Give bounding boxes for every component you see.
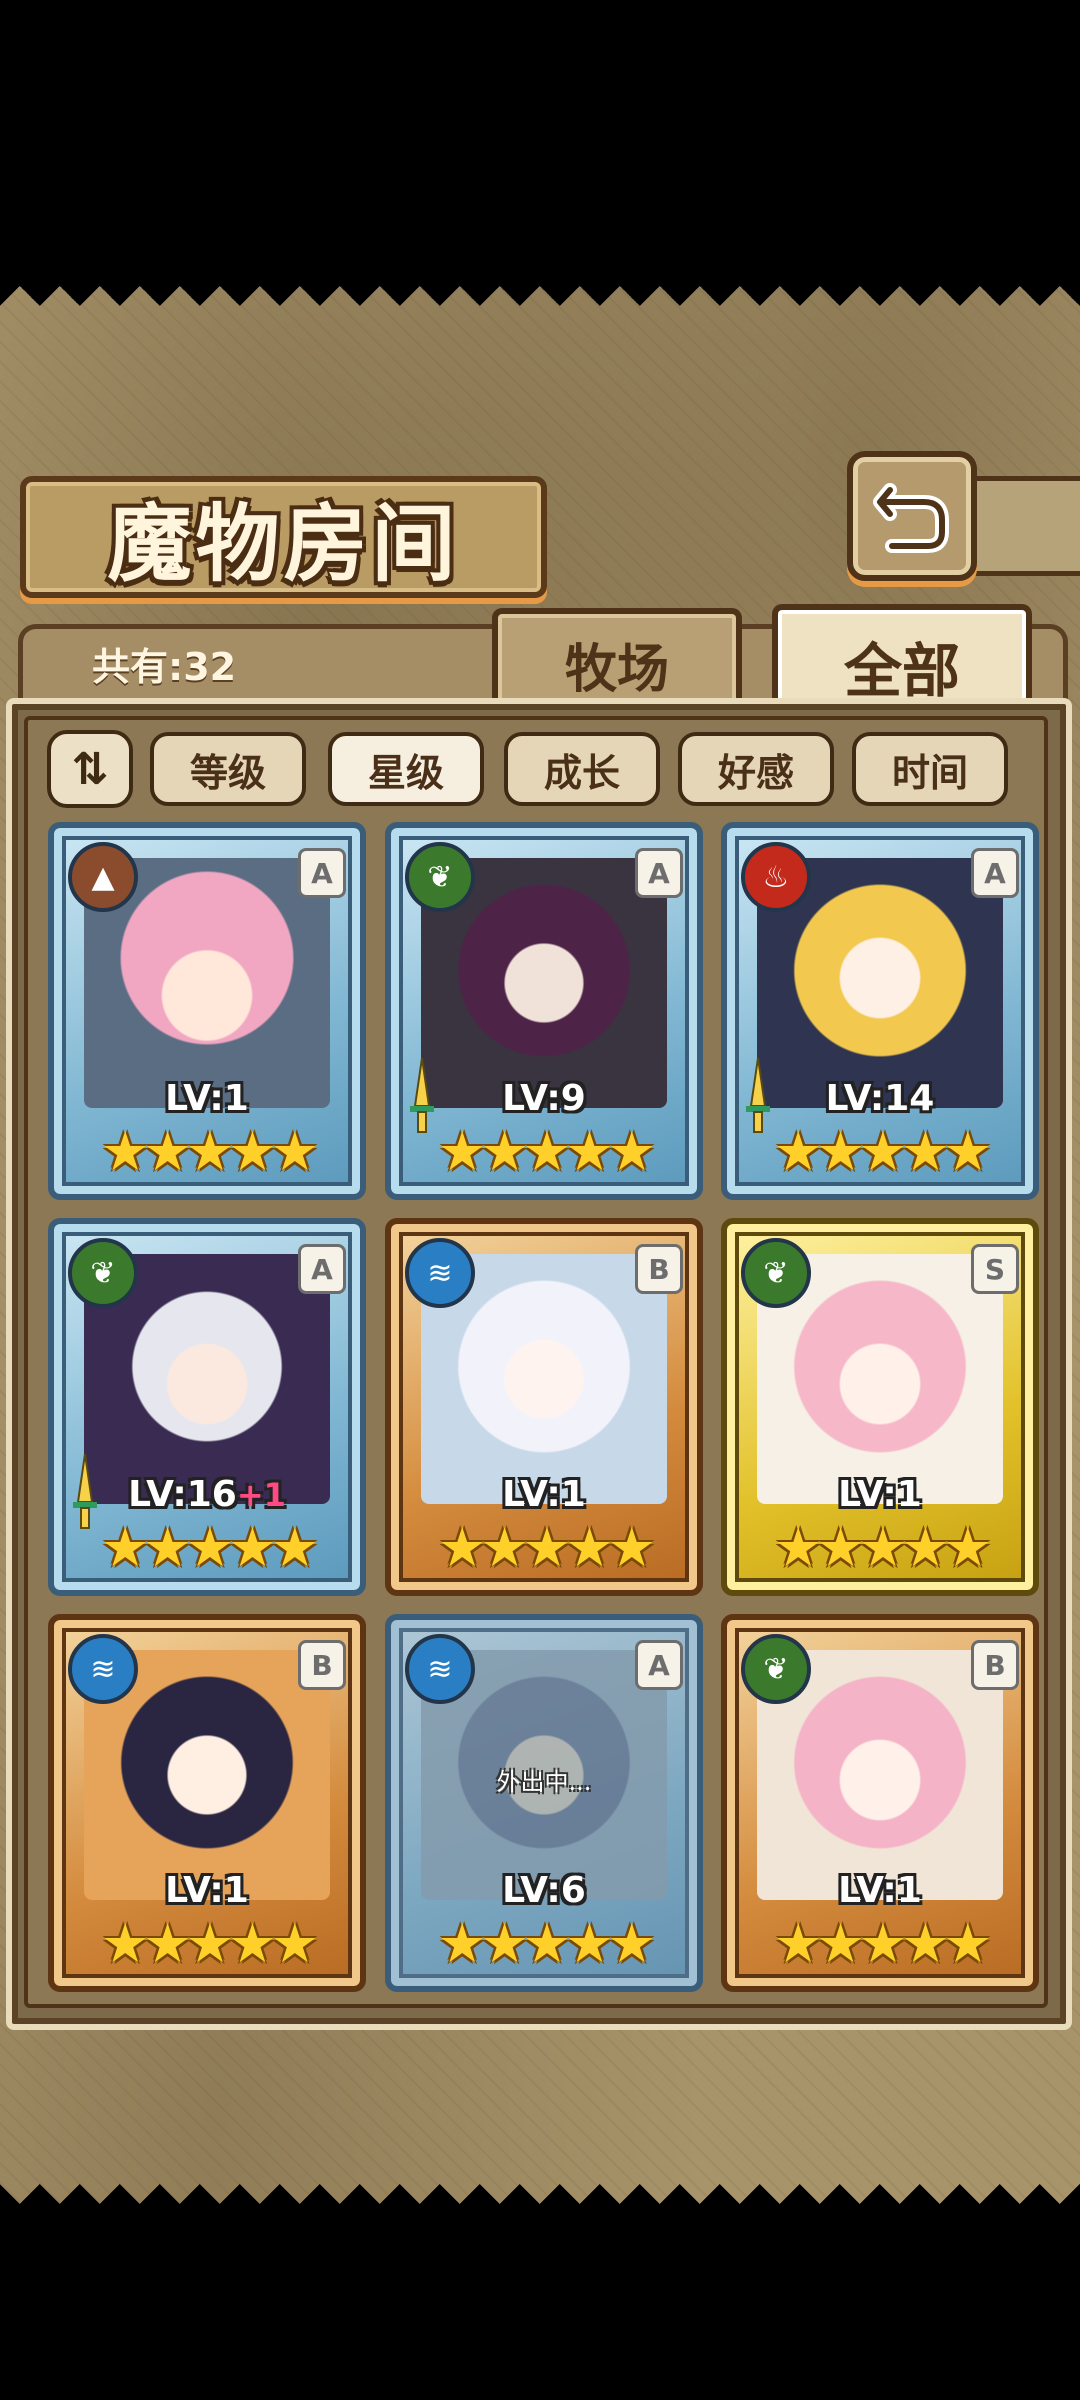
monster-card[interactable]: ❦ B LV:1 ★★★★★ [721, 1614, 1039, 1992]
monster-room-panel: 魔物房间 共有:32 牧场 全部 ⇅ 等级 星级 成长 好感 时间 ▲ A LV… [0, 286, 1080, 2204]
level-value: LV:16 [128, 1474, 237, 1515]
star-rating: ★★★★★ [437, 1516, 656, 1579]
page-title: 魔物房间 [107, 493, 460, 593]
wood-element-icon: ❦ [405, 842, 475, 912]
sort-growth-button[interactable]: 成长 [504, 732, 660, 806]
sort-star-button[interactable]: 星级 [328, 732, 484, 806]
rank-badge: A [635, 848, 683, 898]
star-rating: ★★★★★ [773, 1120, 992, 1183]
level-label: LV:9 [502, 1078, 586, 1119]
level-label: LV:16+1 [54, 1474, 360, 1515]
level-bonus: +1 [236, 1476, 286, 1514]
sort-level-button[interactable]: 等级 [150, 732, 306, 806]
back-button[interactable] [847, 451, 977, 581]
monster-card[interactable]: ≋ B LV:1 ★★★★★ [48, 1614, 366, 1992]
level-label: LV:1 [502, 1474, 586, 1515]
sort-affection-button[interactable]: 好感 [678, 732, 834, 806]
water-element-icon: ≋ [405, 1238, 475, 1308]
monster-card[interactable]: ❦ A LV:9 ★★★★★ [385, 822, 703, 1200]
wood-element-icon: ❦ [741, 1634, 811, 1704]
monster-count: 共有:32 [92, 645, 237, 689]
earth-element-icon: ▲ [68, 842, 138, 912]
sort-time-button[interactable]: 时间 [852, 732, 1008, 806]
title-plaque: 魔物房间 [20, 476, 547, 598]
star-rating: ★★★★★ [773, 1912, 992, 1975]
star-rating: ★★★★★ [437, 1912, 656, 1975]
rank-badge: A [635, 1640, 683, 1690]
monster-card[interactable]: ≋ A 外出中... LV:6 ★★★★★ [385, 1614, 703, 1992]
wood-element-icon: ❦ [68, 1238, 138, 1308]
zigzag-top-border [0, 286, 1080, 326]
water-element-icon: ≋ [68, 1634, 138, 1704]
return-arrow-icon [873, 483, 949, 553]
rank-badge: A [298, 848, 346, 898]
water-element-icon: ≋ [405, 1634, 475, 1704]
zigzag-bottom-border [0, 2164, 1080, 2204]
rank-badge: A [298, 1244, 346, 1294]
fire-element-icon: ♨ [741, 842, 811, 912]
monster-card[interactable]: ❦ A LV:16+1 ★★★★★ [48, 1218, 366, 1596]
rank-badge: B [635, 1244, 683, 1294]
star-rating: ★★★★★ [437, 1120, 656, 1183]
rank-badge: A [971, 848, 1019, 898]
rank-badge: B [298, 1640, 346, 1690]
star-rating: ★★★★★ [773, 1516, 992, 1579]
rank-badge: B [971, 1640, 1019, 1690]
wood-element-icon: ❦ [741, 1238, 811, 1308]
star-rating: ★★★★★ [100, 1912, 319, 1975]
level-label: LV:14 [825, 1078, 935, 1119]
sort-order-toggle[interactable]: ⇅ [47, 730, 133, 808]
level-label: LV:1 [165, 1078, 249, 1119]
ascending-descending-icon: ⇅ [71, 743, 109, 795]
monster-card[interactable]: ♨ A LV:14 ★★★★★ [721, 822, 1039, 1200]
level-label: LV:1 [838, 1870, 922, 1911]
rank-badge: S [971, 1244, 1019, 1294]
star-rating: ★★★★★ [100, 1516, 319, 1579]
monster-card[interactable]: ❦ S LV:1 ★★★★★ [721, 1218, 1039, 1596]
monster-card[interactable]: ▲ A LV:1 ★★★★★ [48, 822, 366, 1200]
away-status: 外出中... [496, 1768, 592, 1796]
level-label: LV:1 [838, 1474, 922, 1515]
level-label: LV:6 [502, 1870, 586, 1911]
level-label: LV:1 [165, 1870, 249, 1911]
star-rating: ★★★★★ [100, 1120, 319, 1183]
monster-card[interactable]: ≋ B LV:1 ★★★★★ [385, 1218, 703, 1596]
